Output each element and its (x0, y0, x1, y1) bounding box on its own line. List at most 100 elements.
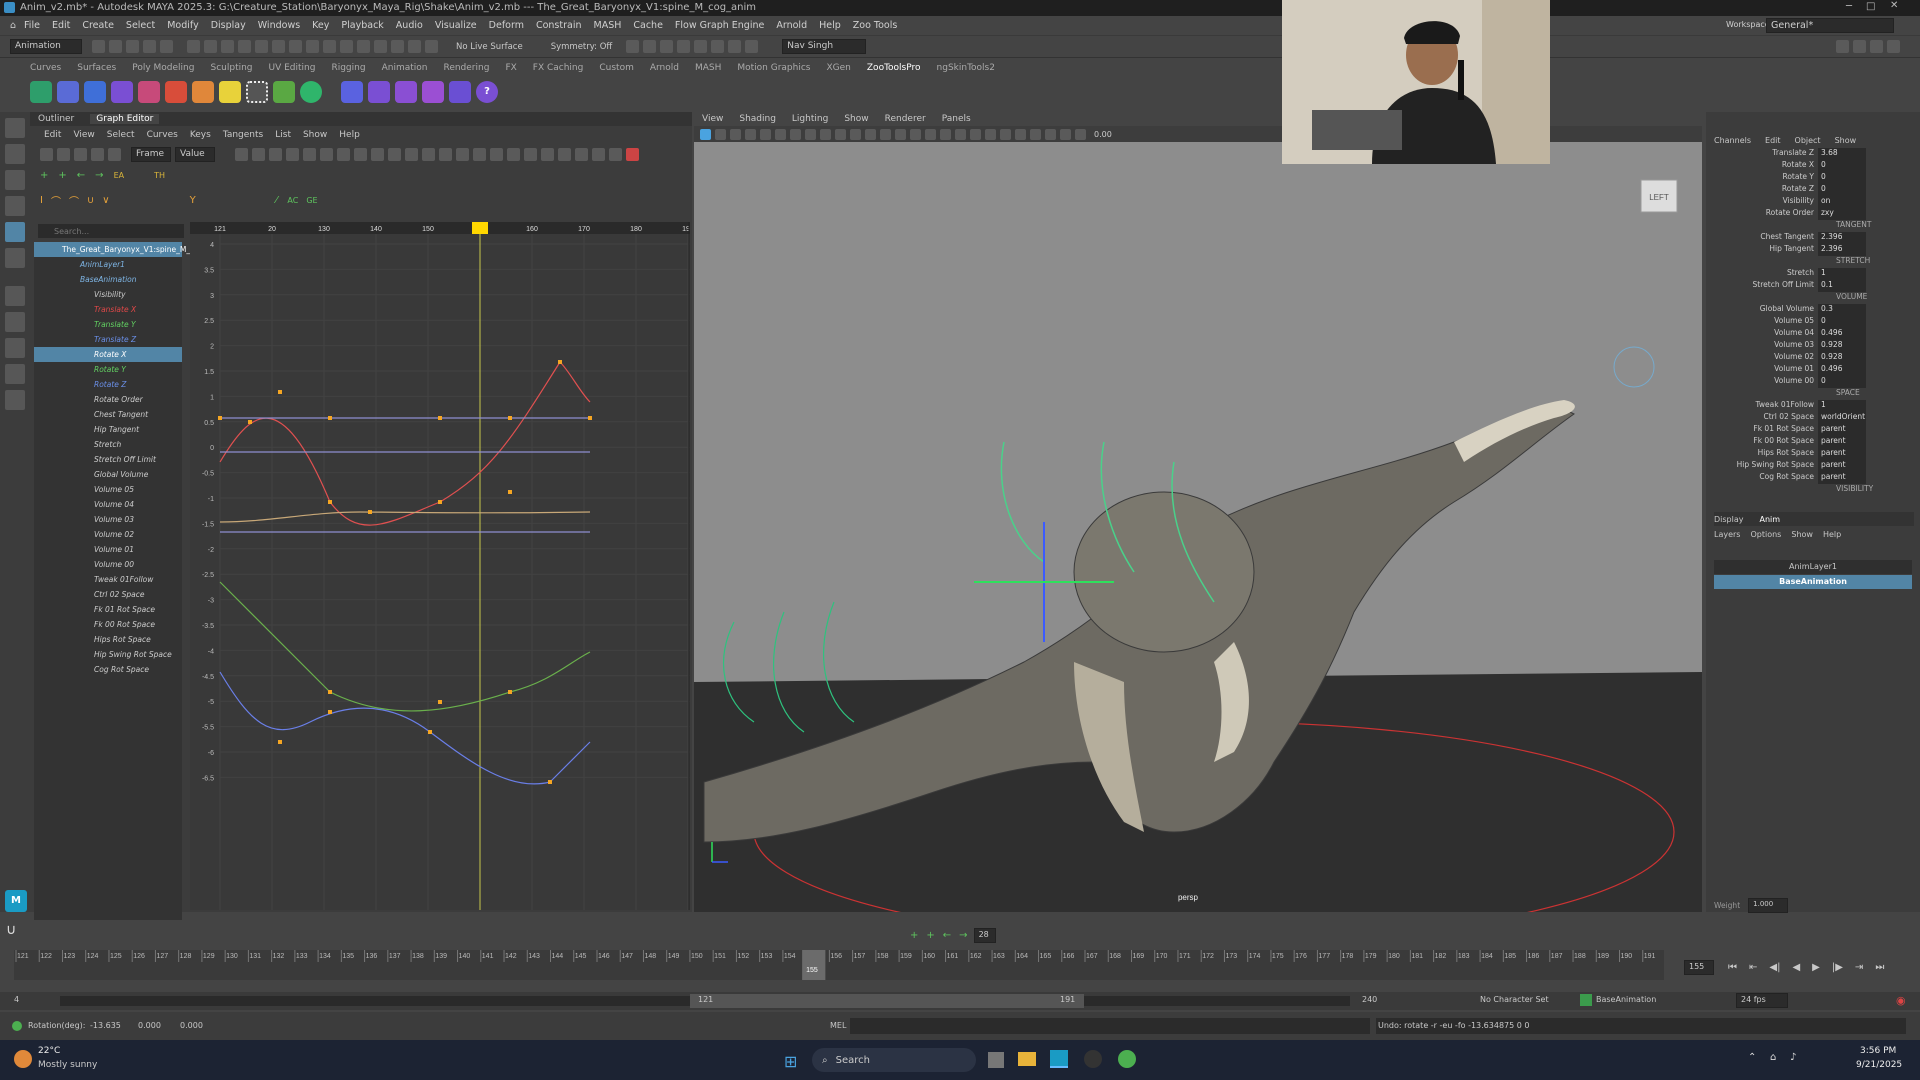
lock-icon[interactable] (323, 40, 336, 53)
channel-value[interactable]: 0.496 (1818, 364, 1866, 376)
timeline-frame-label[interactable]: 142 (505, 953, 517, 960)
channel-row[interactable]: Volume 02 0.928 (1706, 352, 1906, 364)
shelf-tab-ngskintools2[interactable]: ngSkinTools2 (937, 63, 995, 73)
insert-keys-icon[interactable] (57, 147, 70, 161)
curve-list-item[interactable]: Fk 01 Rot Space (34, 602, 182, 617)
bookmark-icon[interactable] (730, 128, 741, 140)
chrome-icon[interactable] (1118, 1050, 1136, 1068)
menuset-dropdown[interactable]: Animation (10, 39, 82, 54)
timeline-frame-label[interactable]: 184 (1481, 953, 1493, 960)
taskbar-search[interactable]: ⌕ Search (812, 1048, 976, 1072)
timeline-frame-label[interactable]: 151 (714, 953, 726, 960)
clock-time[interactable]: 3:56 PM (1860, 1046, 1896, 1056)
auto-key-icon[interactable]: ◉ (1896, 994, 1906, 1007)
curve-v-icon[interactable]: ∨ (102, 195, 109, 206)
render-frame-icon[interactable] (626, 40, 640, 53)
workspace-dropdown[interactable]: General* (1766, 18, 1894, 33)
script-language-toggle[interactable]: MEL (830, 1021, 846, 1030)
file-explorer-icon[interactable] (1018, 1052, 1036, 1066)
timeline-frame-label[interactable]: 165 (1040, 953, 1052, 960)
channel-value[interactable]: 0.496 (1818, 328, 1866, 340)
timeline-frame-label[interactable]: 185 (1504, 953, 1516, 960)
textured-icon[interactable] (910, 128, 921, 140)
channel-value[interactable]: 0.3 (1818, 304, 1866, 316)
construction-history-icon[interactable] (357, 40, 370, 53)
channel-row[interactable]: Translate Z 3.68 (1706, 148, 1906, 160)
timeline-frame-label[interactable]: 168 (1109, 953, 1121, 960)
two-pane-icon[interactable] (5, 338, 25, 358)
wireframe-on-shaded-icon[interactable] (895, 128, 906, 140)
timeline-frame-label[interactable]: 156 (830, 953, 842, 960)
shelf-tab-rigging[interactable]: Rigging (331, 63, 365, 73)
safe-action-icon[interactable] (835, 128, 846, 140)
zoo-filmstrip-icon[interactable] (395, 81, 417, 103)
curve-list-item[interactable]: The_Great_Baryonyx_V1:spine_M_cog_anim (34, 242, 226, 257)
channel-section-header[interactable]: TANGENT (1706, 220, 1906, 232)
timeline-frame-label[interactable]: 188 (1574, 953, 1586, 960)
select-object-icon[interactable] (204, 40, 217, 53)
layer-menu-layers[interactable]: Layers (1714, 530, 1740, 539)
curve-list-item[interactable]: BaseAnimation (34, 272, 182, 287)
curve-list-item[interactable]: Hips Rot Space (34, 632, 182, 647)
select-tool-icon[interactable] (5, 118, 25, 138)
linear-tangent-icon[interactable] (354, 147, 367, 161)
auto-tangent-icon[interactable] (303, 147, 316, 161)
timeline-frame-label[interactable]: 131 (249, 953, 261, 960)
play-forwards-icon[interactable]: ▶ (1812, 962, 1820, 973)
add-key-icon[interactable]: + (40, 170, 48, 181)
timeline-frame-label[interactable]: 150 (691, 953, 703, 960)
move-tool-icon[interactable] (5, 196, 25, 216)
ge-icon[interactable]: GE (306, 196, 317, 205)
channel-value[interactable]: 0.928 (1818, 352, 1866, 364)
shelf-tab-motion-graphics[interactable]: Motion Graphics (737, 63, 810, 73)
clamped-tangent-icon[interactable] (337, 147, 350, 161)
channel-value[interactable]: 0.928 (1818, 340, 1866, 352)
motion-blur-icon[interactable] (970, 128, 981, 140)
tl-right-icon[interactable]: → (959, 930, 967, 941)
resolution-gate-icon[interactable] (790, 128, 801, 140)
render-view-icon[interactable] (711, 40, 725, 53)
render-settings-icon[interactable] (677, 40, 691, 53)
outliner-layout-icon[interactable] (5, 364, 25, 384)
render-region-icon[interactable] (408, 40, 421, 53)
channel-row[interactable]: Fk 01 Rot Space parent (1706, 424, 1906, 436)
safe-title-icon[interactable] (850, 128, 861, 140)
timeline-frame-label[interactable]: 136 (366, 953, 378, 960)
timeline-frame-label[interactable]: 140 (459, 953, 471, 960)
select-hierarchy-icon[interactable] (187, 40, 200, 53)
timeline-frame-label[interactable]: 123 (63, 953, 75, 960)
snap-magnet[interactable]: ∪ (6, 922, 16, 938)
home-icon[interactable]: ⌂ (10, 20, 16, 31)
maximize-icon[interactable]: □ (1866, 1, 1875, 12)
close-icon[interactable]: ✕ (1890, 0, 1898, 11)
shelf-tab-zootoolspro[interactable]: ZooToolsPro (867, 63, 921, 73)
channel-row[interactable]: Volume 04 0.496 (1706, 328, 1906, 340)
curve-list-item[interactable]: Fk 00 Rot Space (34, 617, 182, 632)
shelf-tab-uv-editing[interactable]: UV Editing (269, 63, 316, 73)
grid-icon[interactable] (760, 128, 771, 140)
menu-create[interactable]: Create (82, 20, 114, 31)
curve-list-item[interactable]: Cog Rot Space (34, 662, 182, 677)
go-to-start-icon[interactable]: ⏮ (1728, 962, 1737, 973)
ge-menu-select[interactable]: Select (107, 130, 135, 140)
timeline-frame-label[interactable]: 130 (226, 953, 238, 960)
timeline-frame-label[interactable]: 127 (156, 953, 168, 960)
ge-menu-show[interactable]: Show (303, 130, 327, 140)
timeline-frame-label[interactable]: 143 (528, 953, 540, 960)
curve-list-item[interactable]: Volume 04 (34, 497, 182, 512)
step-back-key-icon[interactable]: ⇤ (1749, 962, 1757, 973)
channel-value[interactable]: worldOrient (1818, 412, 1866, 424)
film-gate-icon[interactable] (775, 128, 786, 140)
zoo-light-icon[interactable] (219, 81, 241, 103)
timeline-frame-label[interactable]: 177 (1318, 953, 1330, 960)
magnet-snap-icon[interactable]: ∪ (6, 922, 16, 938)
channel-row[interactable]: Volume 01 0.496 (1706, 364, 1906, 376)
channel-value[interactable]: parent (1818, 424, 1866, 436)
save-scene-icon[interactable] (126, 40, 139, 53)
viewport-scene[interactable]: LEFT persp (694, 142, 1702, 912)
viewport-panel[interactable]: View Shading Lighting Show Renderer Pane… (694, 112, 1702, 912)
vp-menu-shading[interactable]: Shading (739, 114, 776, 124)
plateau-tangent-icon[interactable] (405, 147, 418, 161)
denormalize-icon[interactable] (541, 147, 554, 161)
move-keys-icon[interactable] (40, 147, 53, 161)
